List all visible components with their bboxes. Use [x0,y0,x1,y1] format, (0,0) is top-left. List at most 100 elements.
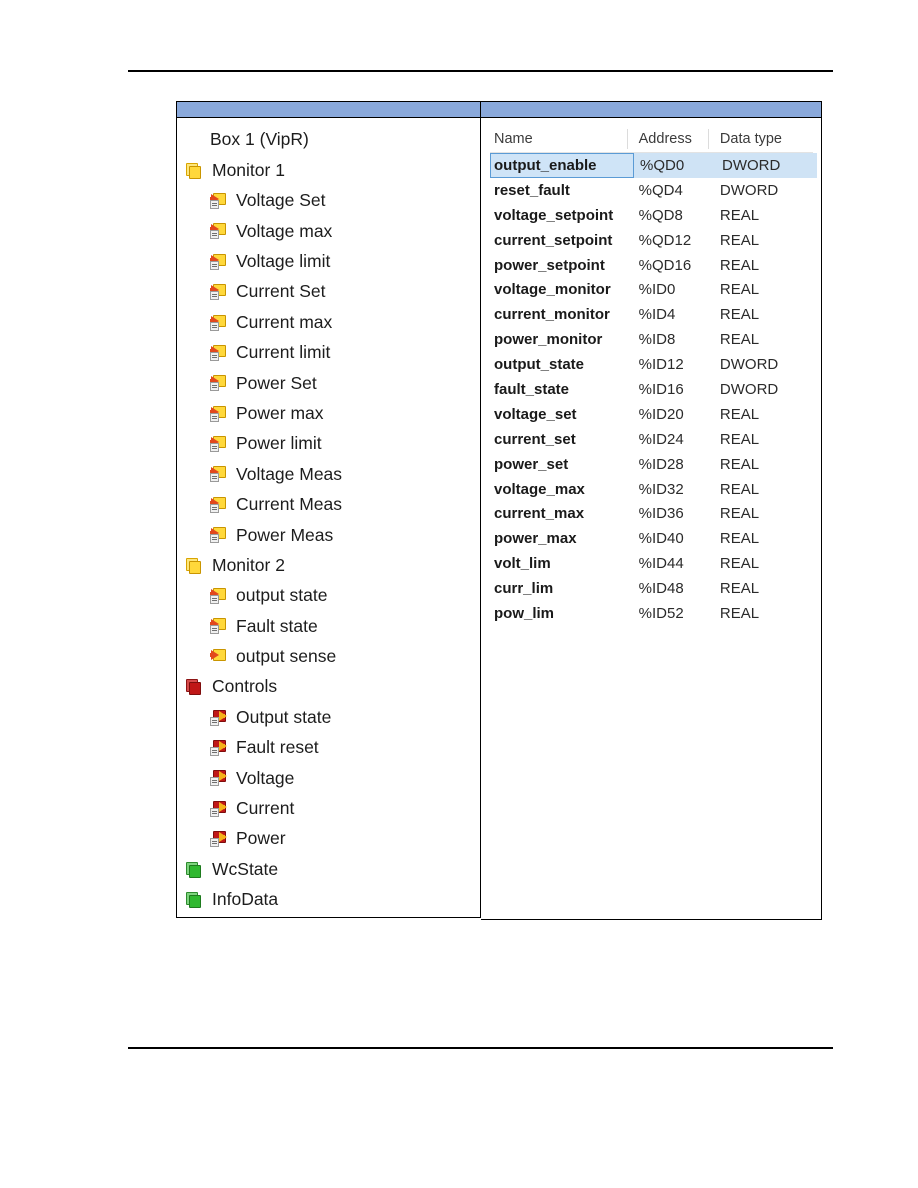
table-row[interactable]: current_set %ID24 REAL [490,427,813,452]
variable-grid[interactable]: Name Address Data type output_enable %QD0… [490,126,817,626]
cell-name[interactable]: volt_lim [490,555,633,572]
cell-address[interactable]: %QD8 [633,207,714,224]
cell-address[interactable]: %ID36 [633,505,714,522]
cell-name[interactable]: power_setpoint [490,257,633,274]
cell-data-type[interactable]: REAL [714,406,813,423]
cell-name[interactable]: fault_state [490,381,633,398]
cell-address[interactable]: %ID4 [633,306,714,323]
table-row[interactable]: pow_lim %ID52 REAL [490,601,813,626]
cell-data-type[interactable]: REAL [714,530,813,547]
tree-item[interactable]: Current limit [177,338,480,368]
cell-name[interactable]: current_max [490,505,633,522]
table-row[interactable]: curr_lim %ID48 REAL [490,576,813,601]
tree-item[interactable]: Current max [177,307,480,337]
cell-data-type[interactable]: REAL [714,580,813,597]
tree-item[interactable]: output state [177,581,480,611]
cell-data-type[interactable]: REAL [714,505,813,522]
cell-name[interactable]: power_set [490,456,633,473]
cell-address[interactable]: %ID0 [633,281,714,298]
cell-data-type[interactable]: REAL [714,207,813,224]
cell-data-type[interactable]: REAL [714,306,813,323]
device-tree-pane[interactable]: Box 1 (VipR) Monitor 1 Voltage Set Voltage … [176,118,481,918]
cell-address[interactable]: %ID44 [633,555,714,572]
table-row[interactable]: fault_state %ID16 DWORD [490,377,813,402]
table-row[interactable]: power_max %ID40 REAL [490,526,813,551]
table-row[interactable]: voltage_max %ID32 REAL [490,477,813,502]
cell-data-type[interactable]: REAL [714,456,813,473]
tree-item[interactable]: Box 1 (VipR) [177,125,480,155]
cell-data-type[interactable]: REAL [714,605,813,622]
table-row[interactable]: voltage_set %ID20 REAL [490,402,813,427]
tree-item[interactable]: output sense [177,642,480,672]
cell-address[interactable]: %ID24 [633,431,714,448]
cell-data-type[interactable]: REAL [714,555,813,572]
cell-address[interactable]: %ID28 [633,456,714,473]
table-row[interactable]: current_setpoint %QD12 REAL [490,228,813,253]
table-row[interactable]: power_monitor %ID8 REAL [490,327,813,352]
column-header-name[interactable]: Name [490,126,633,152]
table-row[interactable]: power_setpoint %QD16 REAL [490,253,813,278]
cell-name[interactable]: current_set [490,431,633,448]
table-row[interactable]: output_state %ID12 DWORD [490,352,813,377]
tree-item[interactable]: Voltage Set [177,186,480,216]
cell-address[interactable]: %QD12 [633,232,714,249]
cell-data-type[interactable]: REAL [714,431,813,448]
cell-address[interactable]: %QD4 [633,182,714,199]
tree-item[interactable]: Voltage limit [177,247,480,277]
column-header-address[interactable]: Address [626,126,714,152]
cell-name[interactable]: curr_lim [490,580,633,597]
cell-data-type[interactable]: REAL [714,257,813,274]
cell-address[interactable]: %ID8 [633,331,714,348]
table-row[interactable]: volt_lim %ID44 REAL [490,551,813,576]
table-row[interactable]: current_monitor %ID4 REAL [490,302,813,327]
cell-name[interactable]: voltage_max [490,481,633,498]
cell-address[interactable]: %ID16 [633,381,714,398]
cell-data-type[interactable]: DWORD [716,157,816,174]
grid-body[interactable]: output_enable %QD0 DWORD reset_fault %QD4 DWO… [490,153,817,626]
tree-item[interactable]: Current [177,794,480,824]
tree-item[interactable]: Voltage [177,763,480,793]
cell-name[interactable]: power_monitor [490,331,633,348]
cell-name[interactable]: current_monitor [490,306,633,323]
table-row[interactable]: current_max %ID36 REAL [490,501,813,526]
cell-name[interactable]: reset_fault [490,182,633,199]
cell-address[interactable]: %ID32 [633,481,714,498]
device-tree[interactable]: Box 1 (VipR) Monitor 1 Voltage Set Voltage … [177,118,480,917]
cell-name[interactable]: voltage_set [490,406,633,423]
tree-item[interactable]: Current Set [177,277,480,307]
cell-name[interactable]: power_max [490,530,633,547]
cell-name[interactable]: current_setpoint [490,232,633,249]
cell-address[interactable]: %ID12 [633,356,714,373]
cell-data-type[interactable]: REAL [714,331,813,348]
cell-data-type[interactable]: DWORD [714,381,813,398]
tree-item[interactable]: Power max [177,399,480,429]
cell-name[interactable]: voltage_setpoint [490,207,633,224]
cell-name[interactable]: output_enable [490,153,634,178]
table-row[interactable]: reset_fault %QD4 DWORD [490,178,813,203]
cell-address[interactable]: %ID52 [633,605,714,622]
tree-item[interactable]: Current Meas [177,490,480,520]
table-row[interactable]: power_set %ID28 REAL [490,452,813,477]
tree-item[interactable]: Controls [177,672,480,702]
table-row[interactable]: output_enable %QD0 DWORD [490,153,817,178]
tree-item[interactable]: Voltage max [177,216,480,246]
tree-item[interactable]: Fault state [177,611,480,641]
cell-address[interactable]: %ID40 [633,530,714,547]
table-row[interactable]: voltage_monitor %ID0 REAL [490,277,813,302]
cell-address[interactable]: %QD16 [633,257,714,274]
tree-item[interactable]: Power Set [177,368,480,398]
cell-name[interactable]: voltage_monitor [490,281,633,298]
tree-item[interactable]: Monitor 1 [177,155,480,185]
tree-item[interactable]: Power Meas [177,520,480,550]
cell-address[interactable]: %QD0 [634,157,716,174]
tree-item[interactable]: Monitor 2 [177,550,480,580]
column-header-data-type[interactable]: Data type [707,126,813,152]
tree-item[interactable]: WcState [177,854,480,884]
cell-address[interactable]: %ID48 [633,580,714,597]
tree-item[interactable]: Voltage Meas [177,459,480,489]
variable-grid-pane[interactable]: Name Address Data type output_enable %QD0… [481,118,822,920]
cell-address[interactable]: %ID20 [633,406,714,423]
cell-name[interactable]: pow_lim [490,605,633,622]
table-row[interactable]: voltage_setpoint %QD8 REAL [490,203,813,228]
cell-data-type[interactable]: DWORD [714,356,813,373]
